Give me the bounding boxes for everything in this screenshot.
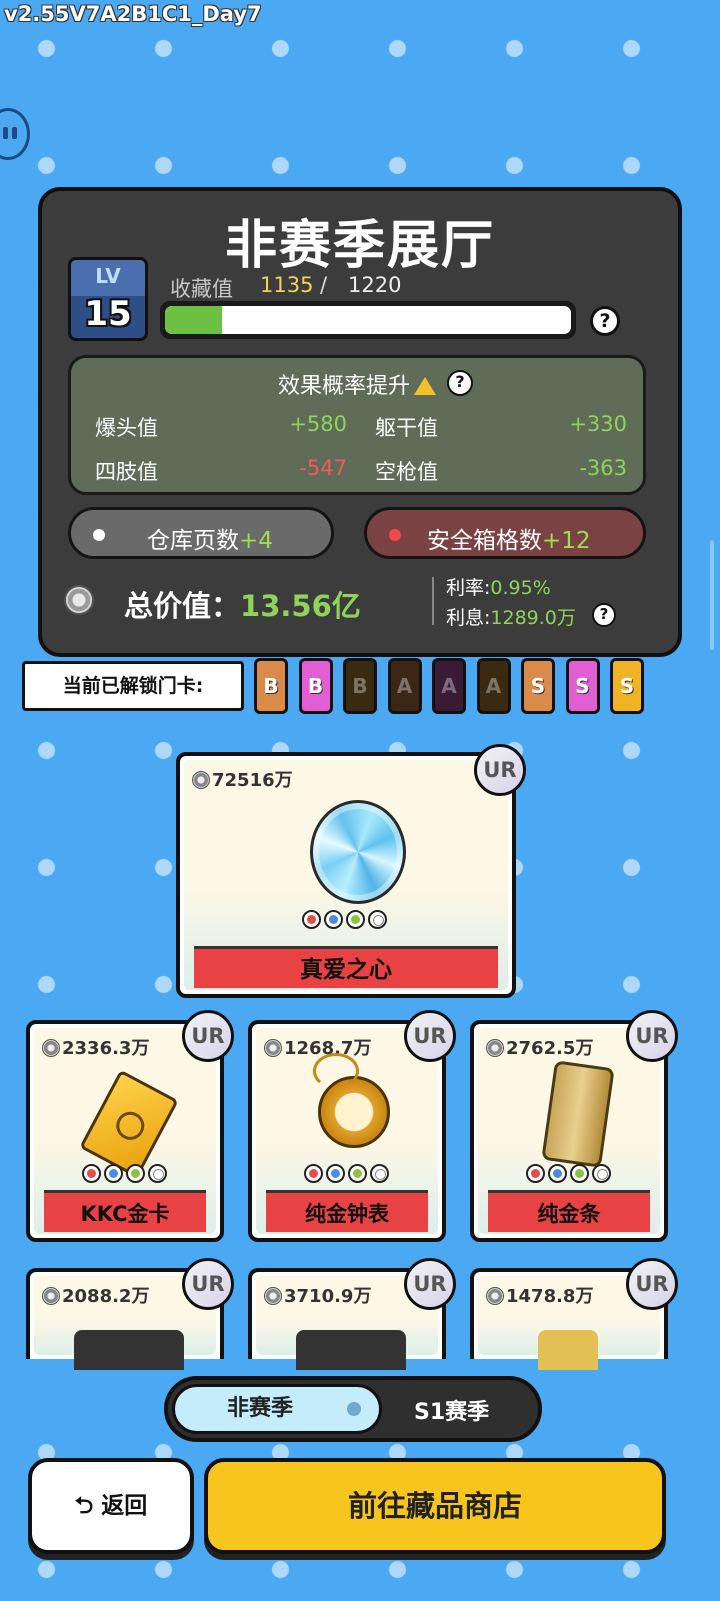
graphics-card-icon: [74, 1330, 184, 1370]
stat-label-torso: 躯干值: [375, 416, 438, 440]
divider: [432, 577, 434, 625]
rarity-badge: UR: [182, 1010, 234, 1062]
coin-icon: [264, 1039, 282, 1057]
level-label: LV: [95, 264, 121, 288]
interest-value: 1289.0万: [490, 607, 576, 629]
stat-label-miss: 空枪值: [375, 460, 438, 484]
coin-icon: [42, 1039, 60, 1057]
featured-item-card[interactable]: 72516万 真爱之心: [176, 752, 516, 998]
attribute-dots: [304, 1164, 389, 1183]
stat-value-torso: +330: [569, 412, 627, 436]
back-button[interactable]: ⮌ 返回: [28, 1458, 194, 1554]
keycards-label: 当前已解锁门卡:: [22, 661, 244, 711]
tab-off-season[interactable]: 非赛季: [172, 1384, 382, 1434]
rarity-badge: UR: [404, 1010, 456, 1062]
coin-icon: [486, 1039, 504, 1057]
keycard-s: S: [565, 658, 600, 714]
keycard-a: A: [476, 658, 511, 714]
keycard-s: S: [610, 658, 644, 714]
bullet-icon: [389, 529, 401, 541]
gold-bar-icon: [541, 1060, 615, 1168]
item-name: 纯金钟表: [266, 1190, 428, 1232]
item-name: 真爱之心: [194, 946, 498, 988]
collection-current: 1135: [260, 273, 314, 297]
rate-label: 利率:: [446, 577, 491, 599]
stat-value-headshot: +580: [289, 412, 347, 436]
back-arrow-icon: ⮌: [74, 1493, 102, 1519]
interest-label: 利息:: [446, 607, 491, 629]
stat-label-limbs: 四肢值: [95, 460, 158, 484]
version-label: v2.55V7A2B1C1_Day7: [4, 2, 262, 26]
warehouse-pages-pill: 仓库页数+4: [68, 507, 334, 559]
warning-triangle-icon: [414, 377, 436, 395]
collection-separator: /: [320, 273, 328, 297]
coin-icon: [192, 771, 210, 789]
item-price: 72516万: [212, 770, 293, 791]
coin-icon: [264, 1287, 282, 1305]
stat-value-miss: -363: [579, 456, 627, 480]
keycard-b: B: [343, 658, 377, 714]
total-value: 13.56亿: [240, 589, 361, 623]
warehouse-label: 仓库页数: [147, 528, 239, 554]
rate-value: 0.95%: [490, 577, 551, 599]
camera-icon: [296, 1330, 406, 1370]
effect-panel: 效果概率提升 ? 爆头值 +580 躯干值 +330 四肢值 -547 空枪值 …: [68, 355, 646, 495]
keycard-b: B: [254, 658, 288, 714]
stat-label-headshot: 爆头值: [95, 416, 158, 440]
rarity-badge: UR: [182, 1258, 234, 1310]
keycard-a: A: [432, 658, 466, 714]
level-value: 15: [84, 294, 132, 334]
warehouse-bonus: +4: [239, 528, 273, 554]
effect-help-icon[interactable]: ?: [447, 370, 473, 396]
gold-card-icon: [79, 1069, 179, 1179]
coin-icon: [42, 1287, 60, 1305]
rarity-badge: UR: [626, 1010, 678, 1062]
bullet-icon: [93, 529, 105, 541]
level-badge: LV 15: [68, 257, 148, 341]
tab-s1-season[interactable]: S1赛季: [414, 1394, 489, 1426]
item-name: KKC金卡: [44, 1190, 206, 1232]
keycard-a: A: [387, 658, 422, 714]
safebox-bonus: +12: [542, 528, 591, 554]
coin-icon: [486, 1287, 504, 1305]
rarity-badge: UR: [404, 1258, 456, 1310]
attribute-dots: [82, 1164, 167, 1183]
rarity-badge: UR: [474, 744, 526, 796]
coin-icon: [64, 585, 94, 615]
item-price: 2336.3万: [62, 1038, 150, 1059]
stat-value-limbs: -547: [299, 456, 347, 480]
collection-help-icon[interactable]: ?: [590, 306, 620, 336]
safebox-label: 安全箱格数: [427, 528, 542, 554]
toggle-knob: [347, 1402, 361, 1416]
attribute-dots: [526, 1164, 611, 1183]
diamond-icon: [310, 800, 406, 904]
item-price: 2088.2万: [62, 1286, 150, 1307]
gold-watch-icon: [313, 1053, 390, 1148]
scrollbar[interactable]: [710, 540, 714, 650]
keycard-b: B: [298, 658, 333, 714]
collection-shop-button[interactable]: 前往藏品商店: [204, 1458, 666, 1554]
item-price: 1478.8万: [506, 1286, 594, 1307]
season-toggle[interactable]: 非赛季 S1赛季: [164, 1376, 542, 1442]
golden-deer-icon: [538, 1330, 598, 1370]
collection-progress-bar: [160, 301, 576, 339]
attribute-dots: [302, 910, 387, 929]
item-name: 纯金条: [488, 1190, 650, 1232]
keycard-s: S: [521, 658, 555, 714]
effect-title: 效果概率提升: [277, 374, 410, 399]
item-price: 2762.5万: [506, 1038, 594, 1059]
side-menu-button[interactable]: [0, 108, 30, 160]
collection-progress-fill: [165, 306, 222, 334]
item-price: 3710.9万: [284, 1286, 372, 1307]
safebox-slots-pill: 安全箱格数+12: [364, 507, 646, 559]
interest-help-icon[interactable]: ?: [592, 603, 616, 627]
rarity-badge: UR: [626, 1258, 678, 1310]
hall-panel: 非赛季展厅 LV 15 收藏值 1135 / 1220 ? 效果概率提升 ? 爆…: [38, 187, 682, 657]
collection-max: 1220: [348, 273, 402, 297]
total-value-label: 总价值：: [124, 589, 241, 623]
collection-label: 收藏值: [170, 277, 233, 301]
